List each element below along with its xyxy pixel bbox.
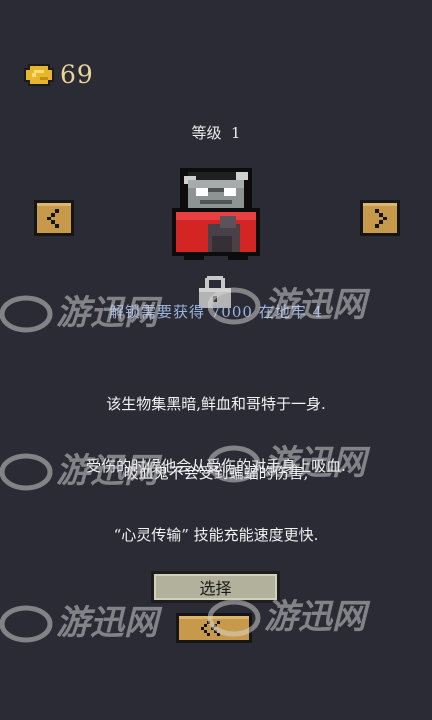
prev-character-button[interactable] [34,200,74,236]
coin-counter: 69 [24,60,94,89]
svg-text:游迅网: 游迅网 [56,451,163,491]
watermark-logo: 游迅网 [0,451,163,491]
watermark-logo: 游迅网 [208,285,371,325]
svg-text:游迅网: 游迅网 [56,293,163,333]
character-select-screen: 69 等级 1 解锁需要获得 7000 在地牢 4 该生物集黑暗,鲜血和哥特于一… [0,0,432,720]
ability-line: “心灵传输” 技能充能速度更快. [113,526,319,544]
watermark-logo: 游迅网 [0,603,163,643]
svg-text:游迅网: 游迅网 [264,443,371,483]
svg-text:游迅网: 游迅网 [264,285,371,325]
coin-count: 69 [60,60,94,89]
watermark-logo: 游迅网 [208,443,371,483]
watermark-logo: 游迅网 [0,293,163,333]
level-label: 等级 1 [191,124,241,142]
svg-text:游迅网: 游迅网 [264,597,371,637]
character-sprite [172,168,260,260]
next-character-button[interactable] [360,200,400,236]
coin-icon [24,63,54,86]
svg-text:游迅网: 游迅网 [56,603,163,643]
watermark-logo: 游迅网 [208,597,371,637]
